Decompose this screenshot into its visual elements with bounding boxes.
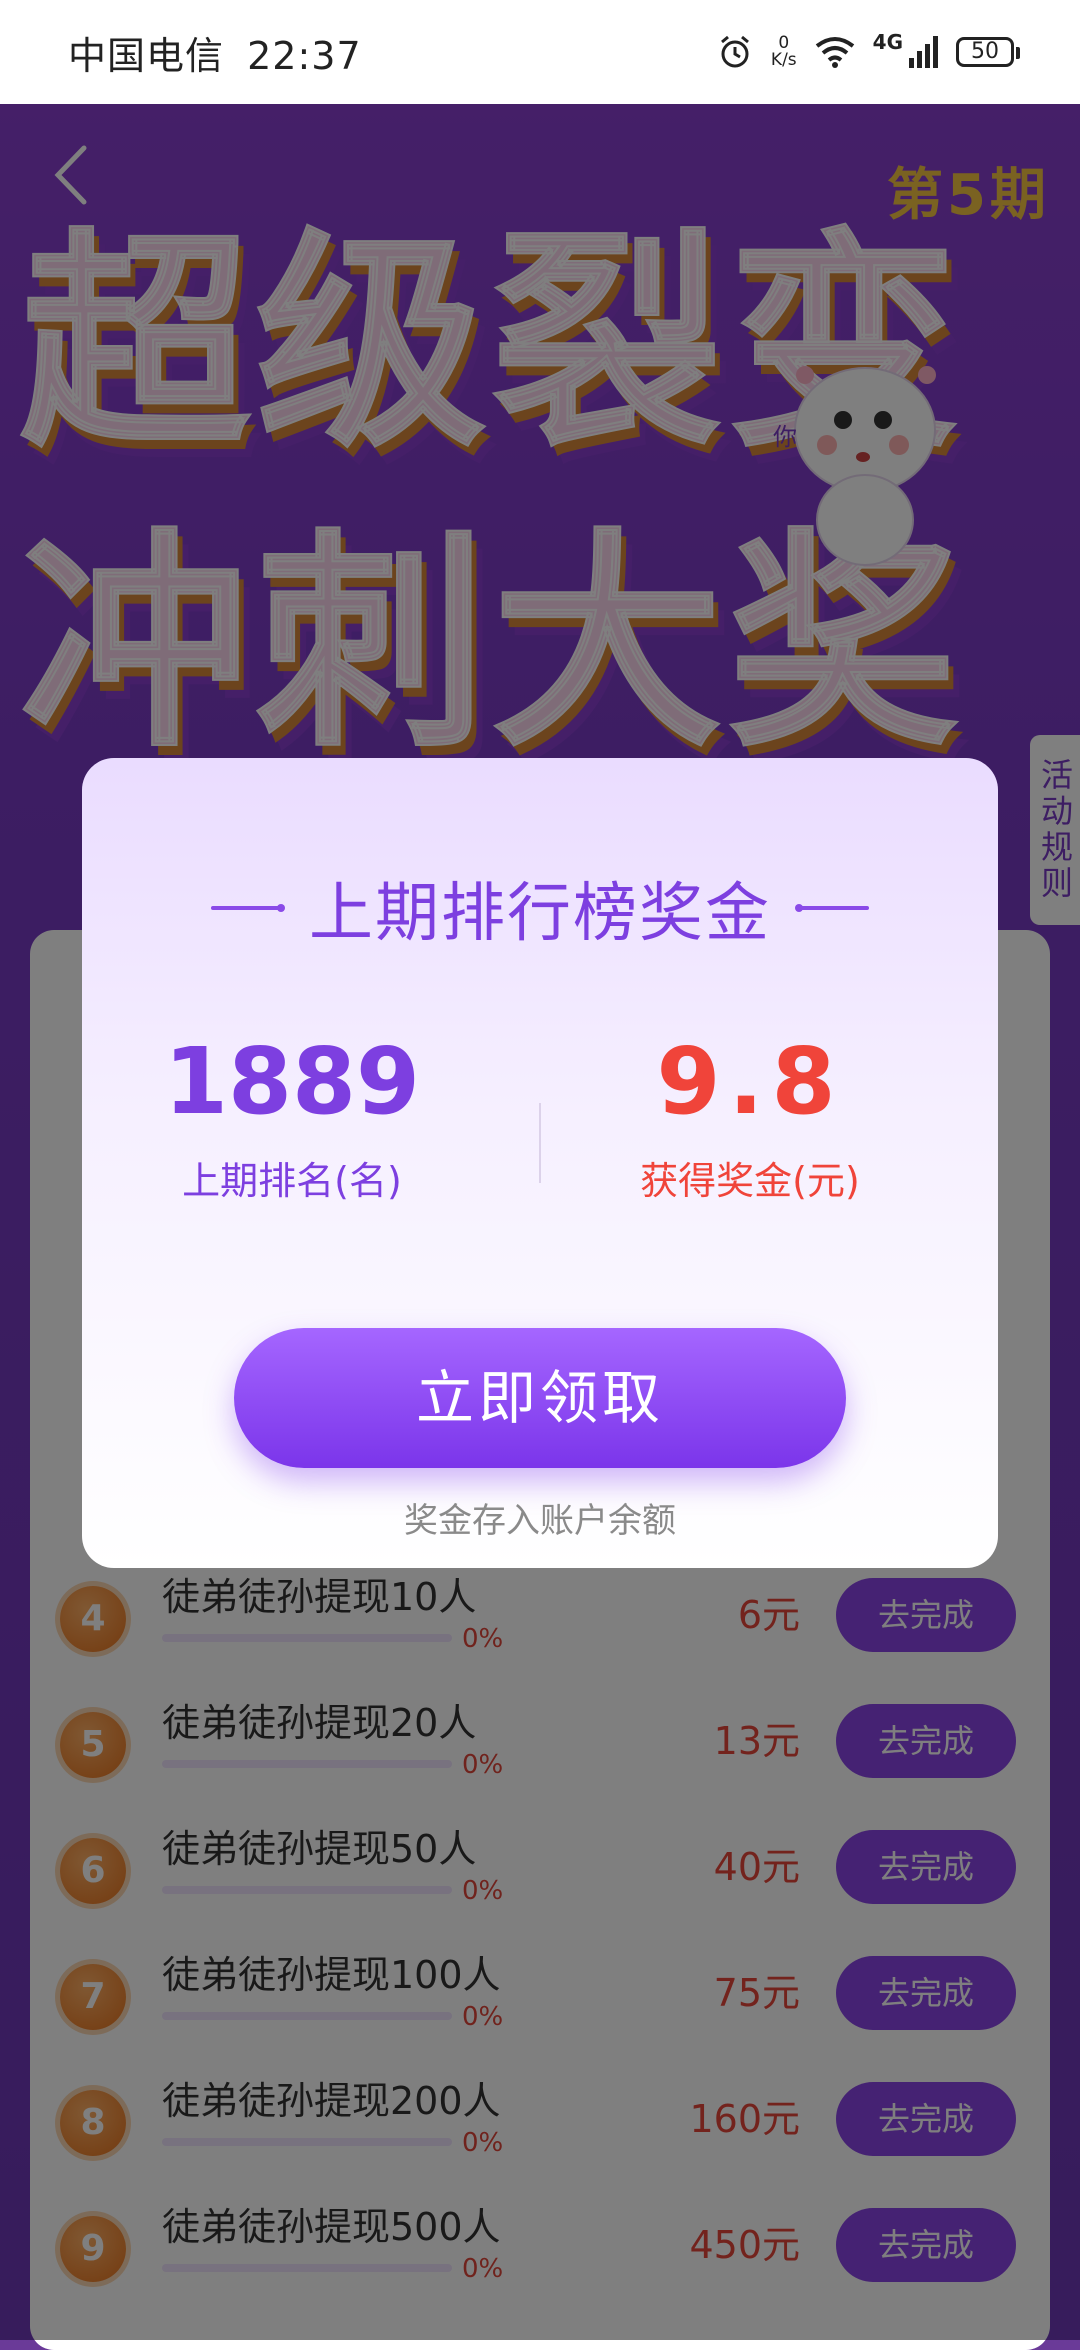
modal-title: 上期排行榜奖金 [309, 877, 771, 951]
bonus-stat: 9.8 获得奖金(元) [540, 1036, 960, 1205]
status-bar: 中国电信 22:37 0 K/s 4G 50 [0, 0, 1080, 104]
net-speed-unit: K/s [770, 50, 797, 70]
bonus-note: 奖金存入账户余额 [404, 1501, 676, 1541]
ranking-bonus-modal: 上期排行榜奖金 1889 上期排名(名) 9.8 获得奖金(元) 立即领取 奖金… [82, 758, 998, 1568]
net-speed: 0 K/s [771, 35, 797, 69]
network-type: 4G [872, 30, 903, 54]
status-left: 中国电信 22:37 [68, 25, 372, 80]
battery-icon: 50 [956, 37, 1020, 67]
rank-stat: 1889 上期排名(名) [82, 1036, 502, 1205]
rank-value: 1889 [163, 1028, 421, 1135]
wifi-icon [815, 37, 854, 68]
modal-title-row: 上期排行榜奖金 [82, 868, 998, 951]
status-right: 0 K/s 4G 50 [717, 30, 1020, 70]
title-decoration-right [795, 904, 869, 912]
signal-icon [909, 36, 938, 68]
carrier-name: 中国电信 [68, 33, 225, 78]
claim-button[interactable]: 立即领取 [234, 1328, 846, 1468]
clock: 22:37 [247, 33, 362, 78]
rank-label: 上期排名(名) [182, 1159, 402, 1203]
bonus-value: 9.8 [656, 1028, 844, 1135]
alarm-icon [720, 35, 749, 68]
bonus-label: 获得奖金(元) [640, 1159, 860, 1203]
title-decoration-left [211, 904, 285, 912]
